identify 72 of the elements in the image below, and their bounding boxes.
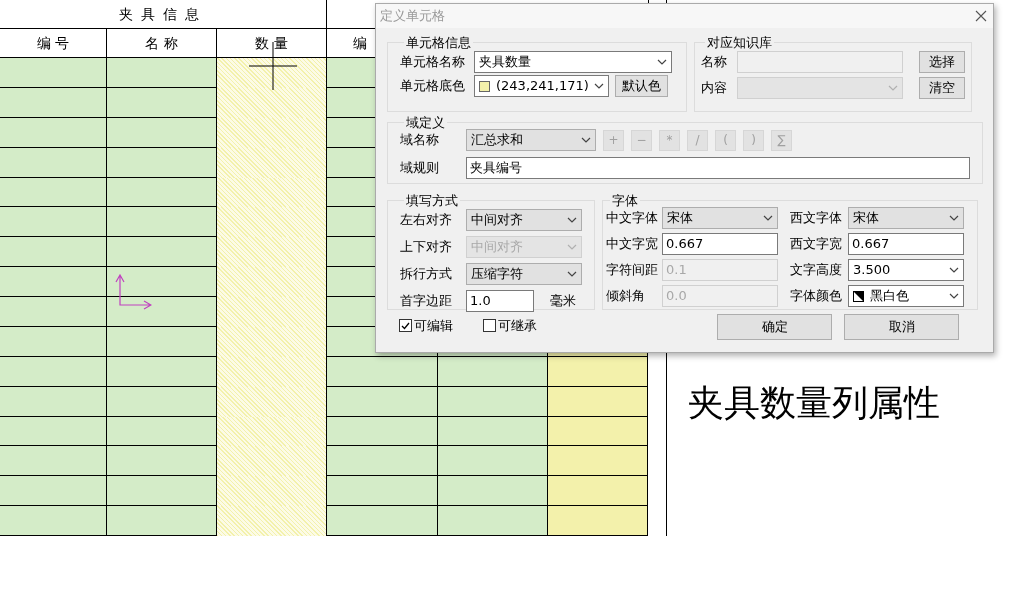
input-field[interactable]: 0.667	[848, 233, 964, 255]
unit-label: 毫米	[550, 292, 576, 311]
chevron-down-icon	[567, 271, 577, 277]
column-header: 名 称	[145, 33, 178, 53]
field-label: 域名称	[400, 131, 440, 150]
column-header: 数 量	[255, 33, 288, 53]
dropdown[interactable]: 压缩字符	[466, 263, 582, 285]
input-field[interactable]: 1.0	[466, 290, 534, 312]
select-button[interactable]: 选择	[919, 51, 965, 73]
input-field[interactable]	[737, 51, 903, 73]
checkbox[interactable]: 可继承	[483, 316, 537, 336]
checkbox-label: 可继承	[498, 317, 537, 335]
dropdown[interactable]: 中间对齐	[466, 209, 582, 231]
chevron-down-icon	[949, 293, 959, 299]
input-field[interactable]: 0.667	[662, 233, 778, 255]
column-header: 编 号	[36, 33, 70, 53]
caption: 夹具数量列属性	[688, 382, 940, 423]
cancel-button[interactable]: 取消	[844, 314, 959, 340]
group-title: 对应知识库	[706, 36, 773, 49]
chevron-down-icon	[949, 267, 959, 273]
close-icon[interactable]	[975, 10, 987, 22]
field-label: 单元格底色	[400, 77, 466, 96]
color-swatch	[479, 80, 490, 92]
checkbox-label: 可编辑	[414, 317, 453, 335]
dropdown[interactable]: (243,241,171)	[474, 75, 609, 97]
checkbox-box[interactable]	[399, 319, 412, 333]
chevron-down-icon	[888, 85, 898, 91]
dropdown[interactable]: 黑白色	[848, 285, 964, 307]
dropdown[interactable]: 夹具数量	[474, 51, 672, 73]
group-title: 字体	[611, 194, 639, 207]
group-header: 夹具信息	[119, 4, 207, 24]
chevron-down-icon	[581, 137, 591, 143]
chevron-down-icon	[567, 244, 577, 250]
field-label: 域规则	[400, 159, 440, 178]
field-label: 文字高度	[790, 261, 842, 280]
dropdown[interactable]: 宋体	[848, 207, 964, 229]
color-swatch-icon	[853, 290, 864, 302]
field-label: 单元格名称	[400, 53, 466, 72]
field-label: 字体颜色	[790, 287, 842, 306]
field-label: 中文字体	[606, 209, 656, 228]
field-label: 拆行方式	[400, 265, 453, 284]
group-title: 填写方式	[405, 194, 459, 207]
field-label: 中文字宽	[606, 235, 656, 254]
dropdown[interactable]: 3.500	[848, 259, 964, 281]
field-label: 倾斜角	[606, 287, 646, 306]
checkmark-icon	[401, 321, 410, 330]
input-field[interactable]: 夹具编号	[466, 157, 970, 179]
field-label: 左右对齐	[400, 211, 453, 230]
chevron-down-icon	[763, 215, 773, 221]
chevron-down-icon	[949, 215, 959, 221]
field-label: 首字边距	[400, 292, 453, 311]
checkbox[interactable]: 可编辑	[399, 316, 453, 336]
window-title: 定义单元格	[380, 7, 445, 26]
field-label: 字符间距	[606, 261, 656, 280]
dropdown[interactable]: 汇总求和	[466, 129, 596, 151]
field-label: 西文字宽	[790, 235, 842, 254]
default-color-button[interactable]: 默认色	[615, 75, 668, 97]
axis-icon	[114, 274, 152, 310]
checkbox-box[interactable]	[483, 319, 496, 333]
dropdown[interactable]: 宋体	[662, 207, 778, 229]
chevron-down-icon	[594, 83, 604, 89]
group-title: 域定义	[405, 116, 446, 129]
group-title: 单元格信息	[405, 36, 472, 49]
chevron-down-icon	[567, 217, 577, 223]
field-label: 名称	[701, 53, 728, 72]
column-header: 编	[353, 33, 367, 53]
clear-button[interactable]: 清空	[919, 77, 965, 99]
field-label: 上下对齐	[400, 238, 453, 257]
ok-button[interactable]: 确定	[717, 314, 832, 340]
chevron-down-icon	[657, 59, 667, 65]
field-label: 西文字体	[790, 209, 842, 228]
field-label: 内容	[701, 79, 728, 98]
